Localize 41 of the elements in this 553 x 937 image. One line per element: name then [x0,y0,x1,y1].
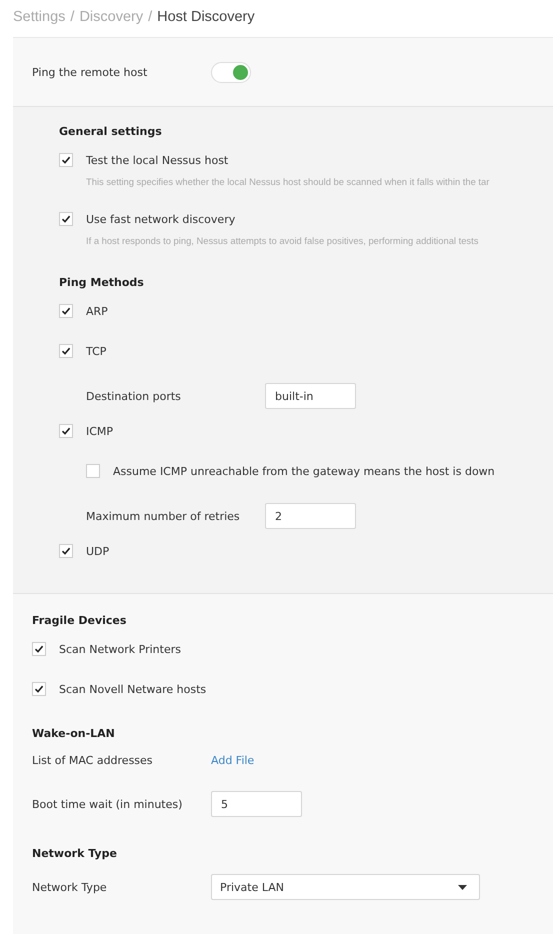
field-label: Maximum number of retries [86,510,241,522]
checkbox-label: Test the local Nessus host [86,154,228,166]
section-heading: Wake-on-LAN [32,727,116,740]
checkbox[interactable] [32,682,46,696]
checkbox[interactable] [59,212,73,226]
checkbox[interactable] [59,344,73,358]
caret-icon [458,884,467,890]
section-heading: Network Type [32,847,118,860]
checkbox[interactable] [59,153,73,167]
checkbox[interactable] [86,464,100,478]
checkbox-label: ARP [86,304,108,318]
field-label: Destination ports [86,390,182,402]
input-field[interactable]: 5 [211,791,302,817]
checkbox-label: ICMP [86,424,114,438]
checkbox[interactable] [59,424,73,438]
setting-description: If a host responds to ping, Nessus attempts to avoid false positives, performing additional tests [85,235,480,246]
checkbox-label: UDP [86,544,110,558]
checkbox-label: Use fast network discovery [86,212,236,226]
checkbox-label: TCP [86,344,106,358]
toggle-label: Ping the remote host [32,66,148,78]
add-file-link[interactable]: Add File [211,754,254,767]
section-heading: General settings [59,125,163,138]
dropdown[interactable]: Private LAN [211,874,480,900]
checkbox-label: Assume ICMP unreachable from the gateway means the host is down [113,464,495,478]
checkbox-label: Scan Network Printers [59,642,181,656]
section-heading: Ping Methods [59,276,145,289]
checkbox-label: Scan Novell Netware hosts [59,682,206,696]
toggle-switch[interactable] [211,62,251,82]
field-label: List of MAC addresses [32,754,154,767]
input-field[interactable]: built-in [265,383,356,409]
breadcrumb-separator: / [70,9,74,25]
field-label: Network Type [32,880,108,894]
input-field[interactable]: 2 [265,503,356,529]
checkbox[interactable] [59,544,73,558]
breadcrumb-item: Host Discovery [157,9,255,25]
breadcrumb-separator: / [148,9,152,25]
checkbox[interactable] [59,304,73,318]
section-heading: Fragile Devices [32,614,128,627]
checkbox[interactable] [32,642,46,656]
setting-description: This setting specifies whether the local Nessus host should be scanned when it falls within the tar [85,176,490,187]
field-label: Boot time wait (in minutes) [32,798,184,810]
